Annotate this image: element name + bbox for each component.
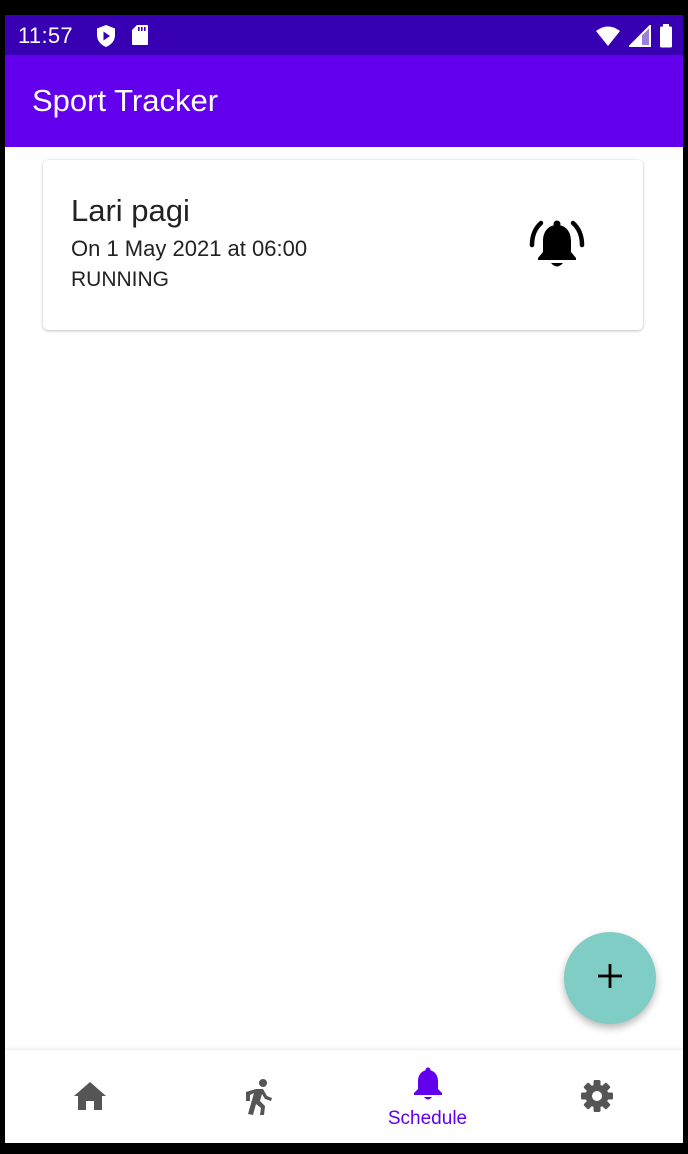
bell-icon: [413, 1067, 442, 1100]
wifi-icon: [595, 25, 621, 52]
schedule-type: RUNNING: [71, 268, 169, 291]
gear-icon: [580, 1080, 613, 1112]
nav-item-schedule[interactable]: Schedule: [343, 1050, 512, 1143]
phone-screen: 11:57 Sport Tracker Lari pagi On 1 May 2…: [5, 15, 683, 1143]
schedule-title: Lari pagi: [71, 193, 190, 228]
plus-icon: [596, 962, 624, 995]
run-icon: [245, 1079, 272, 1115]
app-bar: Sport Tracker: [5, 55, 683, 147]
alarm-bell-icon[interactable]: [527, 215, 587, 275]
nav-item-settings[interactable]: [512, 1050, 681, 1143]
nav-item-run[interactable]: [174, 1050, 343, 1143]
schedule-card[interactable]: Lari pagi On 1 May 2021 at 06:00 RUNNING: [43, 160, 643, 330]
signal-icon: [627, 23, 651, 52]
app-title: Sport Tracker: [32, 83, 219, 118]
bottom-navigation: Schedule: [5, 1049, 683, 1143]
schedule-list: Lari pagi On 1 May 2021 at 06:00 RUNNING: [5, 147, 683, 1049]
status-time: 11:57: [18, 23, 73, 48]
sd-card-icon: [131, 24, 149, 53]
status-bar: 11:57: [5, 15, 683, 55]
schedule-date: On 1 May 2021 at 06:00: [71, 236, 308, 261]
home-icon: [73, 1082, 106, 1110]
battery-icon: [659, 24, 673, 53]
play-protect-icon: [95, 24, 117, 53]
nav-item-home[interactable]: [5, 1050, 174, 1143]
nav-label-schedule: Schedule: [387, 1108, 468, 1129]
add-schedule-button[interactable]: [564, 932, 656, 1024]
